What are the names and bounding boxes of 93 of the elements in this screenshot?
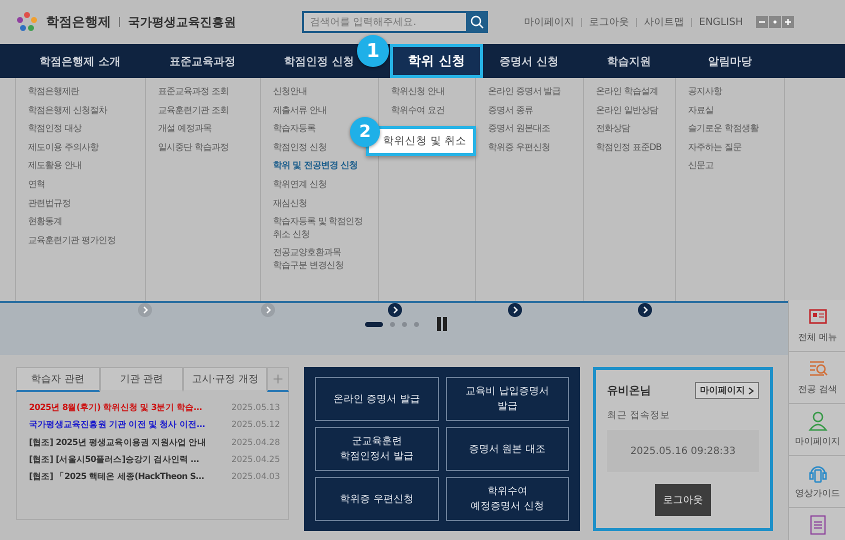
chevron-icon [748, 386, 754, 394]
font-increase-icon[interactable] [782, 16, 794, 28]
notice-date: 2025.04.03 [231, 471, 280, 484]
nav-tab[interactable]: 학점은행제 소개 [38, 44, 122, 78]
menu-link[interactable]: 학습자등록 [273, 123, 316, 136]
menu-link[interactable]: 학위증 우편신청 [488, 142, 550, 154]
person-icon [806, 410, 828, 432]
slide-dot[interactable] [390, 322, 395, 326]
nav-tab[interactable]: 증명서 신청 [498, 44, 560, 78]
menu-link[interactable]: 자료실 [688, 104, 714, 118]
menu-link[interactable]: 슬기로운 학점생활 [688, 123, 758, 136]
nav-tab[interactable]: 알림마당 [706, 44, 754, 78]
header-link[interactable]: 로그아웃 [589, 15, 629, 29]
logo-icon [16, 11, 38, 33]
user-name: 유비온님 [607, 383, 651, 398]
notice-date: 2025.04.28 [231, 436, 280, 450]
notice-link[interactable]: [협조] 「2025 핵테온 세종(HackTheon S… [29, 471, 204, 484]
menu-link[interactable]: 재심신청 [273, 198, 307, 210]
quick-menu-item[interactable]: 전공 검색 [789, 352, 845, 404]
quick-menu-item[interactable]: 영상가이드 [789, 456, 845, 508]
menu-link[interactable]: 학습자등록 및 학점인정 취소 신청 [273, 216, 363, 242]
notice-link[interactable]: 국가평생교육진흥원 기관 이전 및 청사 이전… [29, 419, 205, 432]
slide-dot[interactable] [402, 322, 407, 326]
menu-link[interactable]: 증명서 원본대조 [488, 123, 550, 136]
org-name[interactable]: 국가평생교육진흥원 [128, 14, 236, 30]
menu-link[interactable]: 공지사항 [688, 86, 722, 99]
service-button[interactable]: 군교육훈련 학점인정서 발급 [315, 427, 438, 471]
menu-link[interactable]: 제출서류 안내 [273, 104, 326, 118]
nav-tab[interactable]: 학점인정 신청 [282, 44, 356, 78]
header-link[interactable]: 마이페이지 [524, 15, 574, 29]
menu-link[interactable]: 신청안내 [273, 86, 307, 99]
notice-link[interactable]: 2025년 8월(후기) 학위신청 및 3분기 학습… [29, 402, 202, 415]
menu-link[interactable]: 관련법규정 [28, 198, 70, 210]
notice-date: 2025.05.13 [231, 402, 280, 415]
menu-link[interactable]: 학위신청 안내 [391, 86, 444, 99]
menu-link[interactable]: 교육훈련기관 평가인정 [28, 234, 116, 248]
plus-icon[interactable] [267, 367, 290, 392]
menu-link[interactable]: 학점인정 대상 [28, 123, 82, 136]
header-link[interactable]: 사이트맵 [644, 15, 684, 29]
notice-tab[interactable]: 기관 관련 [100, 367, 184, 392]
menu-link[interactable]: 학점은행제란 [28, 86, 79, 99]
menu-link[interactable]: 학위연계 신청 [273, 178, 326, 192]
font-decrease-icon[interactable] [756, 16, 768, 28]
menu-link[interactable]: 학위수여 요건 [391, 104, 444, 118]
nav-tab[interactable]: 학위 신청 [390, 44, 483, 78]
menu-link[interactable]: 제도활용 안내 [28, 160, 82, 173]
menu-link[interactable]: 신문고 [688, 160, 714, 173]
menu-link[interactable]: 학위 및 전공변경 신청 [273, 160, 358, 173]
menu-link[interactable]: 제도이용 주의사항 [28, 142, 98, 154]
notice-tab[interactable]: 학습자 관련 [16, 367, 100, 392]
search-button[interactable] [466, 11, 488, 33]
header-link[interactable]: ENGLISH [699, 16, 743, 28]
mypage-button[interactable]: 마이페이지 [695, 382, 759, 399]
service-button[interactable]: 학위증 우편신청 [315, 477, 438, 521]
menu-link[interactable]: 개설 예정과목 [158, 123, 212, 136]
notice-link[interactable]: [협조] 2025년 평생교육이용권 지원사업 안내 [29, 436, 206, 450]
font-reset-icon[interactable] [768, 16, 781, 28]
menu-link[interactable]: 전화상담 [596, 123, 630, 136]
notice-date: 2025.05.12 [231, 419, 280, 432]
menu-link[interactable]: 학점인정 신청 [273, 142, 326, 154]
menu-link[interactable]: 증명서 종류 [488, 104, 533, 118]
service-button[interactable]: 교육비 납입증명서 발급 [446, 377, 569, 421]
nav-tab[interactable]: 학습지원 [605, 44, 653, 78]
service-button[interactable]: 온라인 증명서 발급 [315, 377, 438, 421]
logo-text[interactable]: 학점은행제 [46, 13, 111, 31]
menu-link[interactable]: 학점인정 표준DB [596, 142, 662, 154]
menu-link[interactable]: 온라인 일반상담 [596, 104, 658, 118]
quick-menu-item[interactable]: 마이페이지 [789, 404, 845, 456]
notice-link[interactable]: [협조] [서울시50플러스]승강기 검사인력 … [29, 454, 199, 466]
menu-link[interactable]: 학점은행제 신청절차 [28, 104, 107, 118]
menu-link[interactable]: 전공교양호환과목 학습구분 변경신청 [273, 247, 344, 273]
slide-dot[interactable] [414, 322, 419, 326]
menu-link[interactable]: 표준교육과정 조회 [158, 86, 228, 99]
nav-tab[interactable]: 표준교육과정 [168, 44, 238, 78]
menu-link[interactable]: 연혁 [28, 178, 45, 192]
recent-login-label: 최근 접속정보 [607, 409, 672, 422]
menu-link[interactable]: 온라인 학습설계 [596, 86, 658, 99]
menu-link[interactable]: 자주하는 질문 [688, 142, 742, 154]
pause-icon[interactable] [436, 317, 448, 331]
last-login-time: 2025.05.16 09:28:33 [607, 430, 759, 472]
quick-menu-item[interactable]: 전체 메뉴 [789, 300, 845, 352]
service-button[interactable]: 학위수여 예정증명서 신청 [446, 477, 569, 521]
menu-link[interactable]: 교육훈련기관 조회 [158, 104, 228, 118]
search-field[interactable]: 검색어를 입력해주세요. [302, 11, 466, 33]
step-marker: 1 [357, 35, 389, 67]
search-icon [470, 15, 484, 29]
logout-button[interactable]: 로그아웃 [655, 484, 711, 516]
menu-link[interactable]: 온라인 증명서 발급 [488, 86, 561, 99]
notice-date: 2025.04.25 [231, 454, 280, 466]
menu-link[interactable]: 현황통계 [28, 216, 62, 229]
service-button[interactable]: 증명서 원본 대조 [446, 427, 569, 471]
notice-tab[interactable]: 고시·규정 개정 [183, 367, 268, 392]
menu-link[interactable]: 일시중단 학습과정 [158, 142, 228, 154]
